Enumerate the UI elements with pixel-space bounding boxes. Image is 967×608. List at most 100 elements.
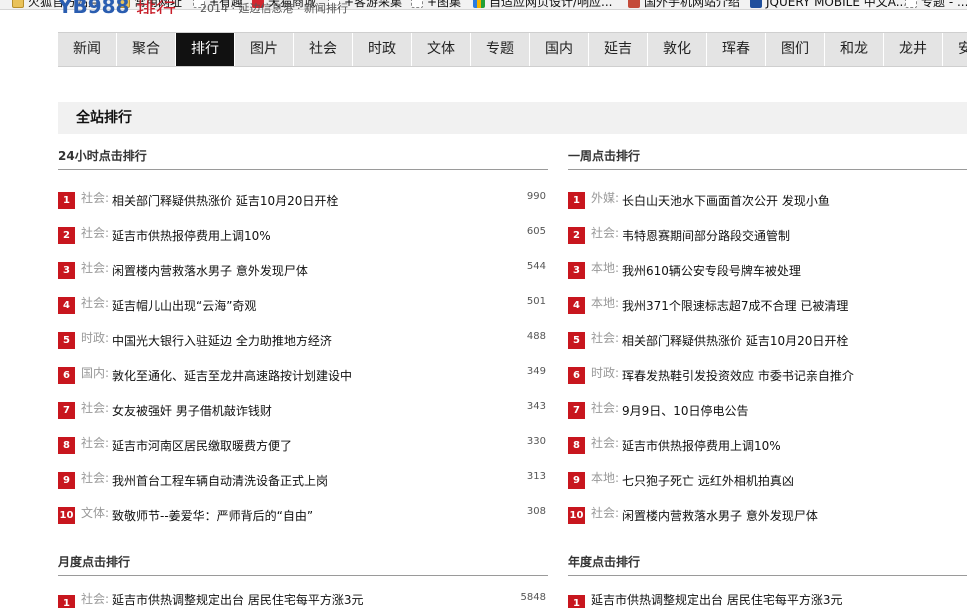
- rank-title-link[interactable]: 闲置楼内营救落水男子 意外发现尸体: [622, 508, 818, 524]
- nav-item-longjing[interactable]: 龙井: [884, 33, 943, 66]
- rank-list-monthly: 1 社会: 延吉市供热调整规定出台 居民住宅每平方涨3元 5848: [58, 589, 548, 608]
- rank-category: 本地:: [591, 296, 620, 310]
- rank-title-link[interactable]: 长白山天池水下画面首次公开 发现小鱼: [622, 193, 830, 209]
- panel-yearly: 年度点击排行 1 延吉市供热调整规定出台 居民住宅每平方涨3元: [568, 552, 967, 608]
- rank-title-link[interactable]: 我州610辆公安专段号牌车被处理: [622, 263, 801, 279]
- rank-item: 5 社会: 相关部门释疑供热涨价 延吉10月20日开栓: [568, 324, 967, 359]
- rank-title-link[interactable]: 相关部门释疑供热涨价 延吉10月20日开栓: [622, 333, 848, 349]
- rank-item: 8 社会: 延吉市供热报停费用上调10%: [568, 429, 967, 464]
- nav-item-helong[interactable]: 和龙: [825, 33, 884, 66]
- rank-title-link[interactable]: 延吉市供热报停费用上调10%: [112, 228, 271, 244]
- bookmark-item[interactable]: 国外手机网站介绍: [628, 0, 740, 9]
- rank-number: 2: [58, 227, 75, 244]
- nav-item-yanji[interactable]: 延吉: [589, 33, 648, 66]
- rank-number: 2: [568, 227, 585, 244]
- rank-item: 3 本地: 我州610辆公安专段号牌车被处理: [568, 254, 967, 289]
- panel-daily: 24小时点击排行 1 社会: 相关部门释疑供热涨价 延吉10月20日开栓 990 2社…: [58, 146, 548, 534]
- section-title: 全站排行: [76, 110, 132, 126]
- nav-item-hunchun[interactable]: 珲春: [707, 33, 766, 66]
- nav-item-aggregate[interactable]: 聚合: [117, 33, 176, 66]
- page-icon: [411, 0, 423, 8]
- nav-item-domestic[interactable]: 国内: [530, 33, 589, 66]
- nav-item-news[interactable]: 新闻: [58, 33, 117, 66]
- rank-category: 外媒:: [591, 191, 620, 205]
- rank-item: 1 外媒: 长白山天池水下画面首次公开 发现小鱼: [568, 184, 967, 219]
- rank-number: 10: [568, 507, 585, 524]
- panel-weekly-title: 一周点击排行: [568, 146, 967, 170]
- rank-item: 9 本地: 七只狍子死亡 远红外相机拍真凶: [568, 464, 967, 499]
- rank-item: 7 社会: 9月9日、10日停电公告: [568, 394, 967, 429]
- rank-category: 时政:: [81, 331, 110, 345]
- jquery-icon: [750, 0, 762, 8]
- rank-title-link[interactable]: 相关部门释疑供热涨价 延吉10月20日开栓: [112, 193, 338, 209]
- rank-category: 社会:: [81, 471, 110, 485]
- bookmark-item[interactable]: +图集: [411, 0, 461, 9]
- rank-count: 313: [526, 471, 546, 482]
- rank-title-link[interactable]: 延吉市供热调整规定出台 居民住宅每平方涨3元: [591, 592, 842, 608]
- rank-count: 501: [526, 296, 546, 307]
- rank-count: 605: [526, 226, 546, 237]
- rank-title-link[interactable]: 七只狍子死亡 远红外相机拍真凶: [622, 473, 794, 489]
- site-logo-text: 2014 · 延边信息港 · 新闻排行: [200, 2, 348, 14]
- panel-weekly: 一周点击排行 1 外媒: 长白山天池水下画面首次公开 发现小鱼 2 社会: 韦特恩赛期间…: [568, 146, 967, 534]
- nav-item-culture-sports[interactable]: 文体: [412, 33, 471, 66]
- folder-icon: [12, 0, 24, 8]
- rank-item: 3 社会: 闲置楼内营救落水男子 意外发现尸体 544: [58, 254, 548, 289]
- rank-title-link[interactable]: 女友被强奸 男子借机敲诈钱财: [112, 403, 272, 419]
- rank-title-link[interactable]: 延吉帽儿山出现“云海”奇观: [112, 298, 256, 314]
- rank-number: 10: [58, 507, 75, 524]
- rank-number: 8: [58, 437, 75, 454]
- rank-title-link[interactable]: 我州371个限速标志超7成不合理 已被清理: [622, 298, 848, 314]
- nav-item-topics[interactable]: 专题: [471, 33, 530, 66]
- rank-item: 5 时政: 中国光大银行入驻延边 全力助推地方经济 488: [58, 324, 548, 359]
- rank-title-link[interactable]: 闲置楼内营救落水男子 意外发现尸体: [112, 263, 308, 279]
- nav-item-pictures[interactable]: 图片: [235, 33, 294, 66]
- rank-title-link[interactable]: 中国光大银行入驻延边 全力助推地方经济: [112, 333, 332, 349]
- rank-category: 社会:: [591, 436, 620, 450]
- rank-title-link[interactable]: 我州首台工程车辆自动清洗设备正式上岗: [112, 473, 328, 489]
- multicolor-icon: [473, 0, 485, 8]
- nav-item-tumen[interactable]: 图们: [766, 33, 825, 66]
- rank-item: 2 社会: 韦特恩赛期间部分路段交通管制: [568, 219, 967, 254]
- rank-list-yearly: 1 延吉市供热调整规定出台 居民住宅每平方涨3元: [568, 589, 967, 608]
- nav-item-society[interactable]: 社会: [294, 33, 353, 66]
- rank-title-link[interactable]: 珲春发热鞋引发投资效应 市委书记亲自推介: [622, 368, 854, 384]
- rank-category: 本地:: [591, 471, 620, 485]
- rank-number: 1: [568, 595, 585, 608]
- page-icon: [905, 0, 917, 8]
- rank-item: 2 社会: 延吉市供热报停费用上调10% 605: [58, 219, 548, 254]
- rank-count: 308: [526, 506, 546, 517]
- rank-list-daily: 1 社会: 相关部门释疑供热涨价 延吉10月20日开栓 990 2 社会: 延吉市供热报停…: [58, 184, 548, 534]
- site-logo[interactable]: YB988: [58, 0, 129, 14]
- rank-item: 4 社会: 延吉帽儿山出现“云海”奇观 501: [58, 289, 548, 324]
- rank-number: 1: [58, 595, 75, 608]
- rank-category: 社会:: [591, 506, 620, 520]
- rank-item: 9 社会: 我州首台工程车辆自动清洗设备正式上岗 313: [58, 464, 548, 499]
- rank-category: 社会:: [591, 331, 620, 345]
- rank-number: 1: [58, 192, 75, 209]
- rank-item: 6 时政: 珲春发热鞋引发投资效应 市委书记亲自推介: [568, 359, 967, 394]
- rank-category: 社会:: [81, 191, 110, 205]
- nav-item-dunhua[interactable]: 敦化: [648, 33, 707, 66]
- nav-item-antu[interactable]: 安图: [943, 33, 967, 66]
- site-logo-sub: 排行: [136, 0, 176, 14]
- rank-number: 5: [58, 332, 75, 349]
- rank-number: 5: [568, 332, 585, 349]
- rank-title-link[interactable]: 敦化至通化、延吉至龙井高速路按计划建设中: [112, 368, 352, 384]
- rank-title-link[interactable]: 韦特恩赛期间部分路段交通管制: [622, 228, 790, 244]
- rank-title-link[interactable]: 9月9日、10日停电公告: [622, 403, 749, 419]
- bookmark-item[interactable]: JQUERY MOBILE 中文A...: [750, 0, 907, 9]
- nav-item-ranking[interactable]: 排行: [176, 33, 235, 66]
- rank-title-link[interactable]: 延吉市供热调整规定出台 居民住宅每平方涨3元: [112, 592, 363, 608]
- rank-title-link[interactable]: 延吉市河南区居民缴取暖费方便了: [112, 438, 292, 454]
- rank-category: 文体:: [81, 506, 110, 520]
- bookmark-item[interactable]: 专题 - ...: [905, 0, 967, 9]
- rank-title-link[interactable]: 延吉市供热报停费用上调10%: [622, 438, 781, 454]
- rank-count: 330: [526, 436, 546, 447]
- rank-category: 社会:: [591, 226, 620, 240]
- nav-item-politics[interactable]: 时政: [353, 33, 412, 66]
- rank-item: 1 社会: 延吉市供热调整规定出台 居民住宅每平方涨3元 5848: [58, 589, 548, 608]
- rank-item: 7 社会: 女友被强奸 男子借机敲诈钱财 343: [58, 394, 548, 429]
- rank-title-link[interactable]: 致敬师节--姜爱华：严师背后的“自由”: [112, 508, 313, 524]
- bookmark-item[interactable]: 自适应网页设计/响应...: [473, 0, 613, 9]
